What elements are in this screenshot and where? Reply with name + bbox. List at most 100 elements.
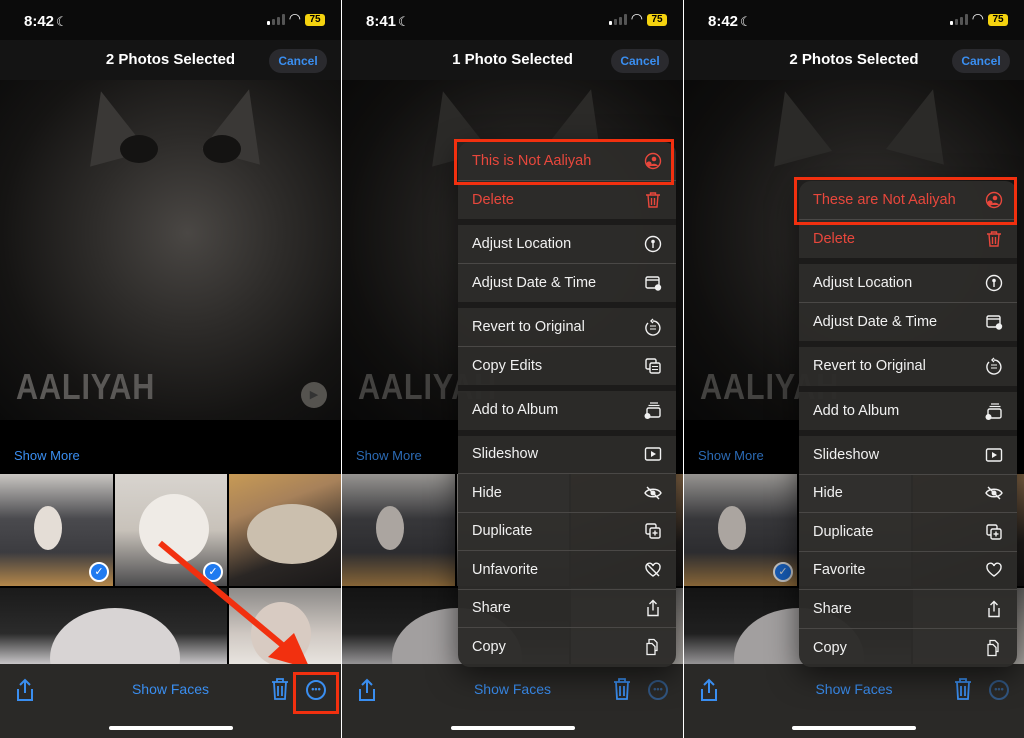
show-more-link[interactable]: Show More: [14, 448, 80, 463]
calendar-clock-icon: [644, 274, 662, 292]
menu-item-label: Copy: [813, 639, 847, 656]
menu-item-slideshow[interactable]: Slideshow: [458, 436, 676, 474]
menu-item-label: Copy: [472, 639, 506, 656]
menu-item-label: Share: [472, 600, 511, 617]
revert-icon: [644, 318, 662, 336]
menu-item-unfavorite[interactable]: Unfavorite: [458, 551, 676, 590]
show-faces-button[interactable]: Show Faces: [342, 681, 683, 697]
cancel-button[interactable]: Cancel: [952, 49, 1010, 73]
menu-item-label: Adjust Date & Time: [472, 274, 597, 291]
menu-item-share[interactable]: Share: [458, 590, 676, 628]
trash-icon: [644, 191, 662, 209]
menu-item-label: Add to Album: [472, 402, 559, 419]
photo-grid: ✓ ✓: [0, 474, 341, 664]
menu-item-add-to-album[interactable]: Add to Album: [799, 392, 1017, 436]
photo-thumbnail[interactable]: [0, 588, 227, 664]
eye-slash-icon: [644, 484, 662, 502]
menu-item-delete[interactable]: Delete: [458, 181, 676, 225]
add-to-album-icon: [985, 402, 1003, 420]
menu-item-label: Hide: [472, 484, 502, 501]
more-options-button[interactable]: •••: [989, 680, 1009, 700]
menu-item-delete[interactable]: Delete: [799, 220, 1017, 264]
menu-item-adjust-date-time[interactable]: Adjust Date & Time: [458, 264, 676, 308]
cancel-button[interactable]: Cancel: [269, 49, 327, 73]
menu-item-copy[interactable]: Copy: [799, 629, 1017, 668]
duplicate-icon: [644, 522, 662, 540]
copy-doc-icon: [985, 639, 1003, 657]
moon-icon: ☾: [398, 14, 410, 29]
wifi-icon: ◠: [288, 10, 301, 26]
person-name: AALIYAH: [16, 366, 156, 407]
menu-item-add-to-album[interactable]: Add to Album: [458, 391, 676, 436]
photo-thumbnail[interactable]: [229, 474, 341, 586]
menu-item-revert-to-original[interactable]: Revert to Original: [458, 308, 676, 347]
menu-item-copy-edits[interactable]: Copy Edits: [458, 347, 676, 391]
menu-item-duplicate[interactable]: Duplicate: [799, 513, 1017, 552]
nav-bar: 2 Photos Selected Cancel: [684, 40, 1024, 80]
location-pin-icon: [985, 274, 1003, 292]
menu-item-revert-to-original[interactable]: Revert to Original: [799, 347, 1017, 392]
menu-item-copy[interactable]: Copy: [458, 628, 676, 667]
menu-item-label: Revert to Original: [813, 358, 926, 375]
status-time: 8:41 ☾: [366, 13, 410, 30]
context-menu: This is Not Aaliyah Delete Adjust Location…: [458, 142, 676, 667]
menu-item-label: Favorite: [813, 562, 866, 579]
bottom-toolbar: Show Faces •••: [342, 664, 683, 738]
status-bar: 8:42 ☾ ◠ 75: [0, 0, 341, 40]
menu-item-label: Slideshow: [472, 446, 539, 463]
trash-icon[interactable]: [954, 678, 972, 700]
person-key-photo[interactable]: AALIYAH ▶: [0, 80, 341, 420]
trash-icon: [985, 230, 1003, 248]
menu-item-label: Delete: [813, 230, 855, 247]
show-faces-button[interactable]: Show Faces: [0, 681, 341, 697]
add-to-album-icon: [644, 401, 662, 420]
duplicate-icon: [985, 523, 1003, 541]
photo-thumbnail[interactable]: [229, 588, 341, 664]
battery-icon: 75: [305, 14, 325, 26]
panel-multi-photo-menu: 8:42 ☾ ◠ 75 2 Photos Selected Cancel AALI…: [684, 0, 1024, 738]
bottom-toolbar: Show Faces •••: [684, 664, 1024, 738]
menu-item-label: Duplicate: [813, 523, 874, 540]
selected-checkmark-icon: ✓: [89, 562, 109, 582]
home-indicator: [450, 726, 575, 730]
home-indicator: [108, 726, 233, 730]
menu-item-slideshow[interactable]: Slideshow: [799, 436, 1017, 475]
photo-thumbnail[interactable]: ✓: [115, 474, 227, 586]
cat-eye-left: [120, 135, 158, 163]
menu-item-label: Copy Edits: [472, 357, 543, 374]
moon-icon: ☾: [56, 14, 68, 29]
battery-icon: 75: [647, 14, 667, 26]
photo-thumbnail[interactable]: ✓: [0, 474, 113, 586]
menu-item-label: Revert to Original: [472, 318, 585, 335]
menu-item-favorite[interactable]: Favorite: [799, 552, 1017, 590]
menu-item-hide[interactable]: Hide: [458, 474, 676, 513]
cellular-signal-icon: [267, 14, 285, 25]
more-options-button[interactable]: •••: [648, 680, 668, 700]
cat-eye-right: [203, 135, 241, 163]
annotation-highlight-box: [293, 672, 339, 714]
moon-icon: ☾: [740, 14, 752, 29]
trash-icon[interactable]: [613, 678, 631, 700]
menu-item-label: Adjust Location: [813, 274, 913, 291]
menu-item-duplicate[interactable]: Duplicate: [458, 513, 676, 551]
menu-item-share[interactable]: Share: [799, 590, 1017, 629]
annotation-highlight-box: [794, 177, 1017, 225]
cellular-signal-icon: [609, 14, 627, 25]
cancel-button[interactable]: Cancel: [611, 49, 669, 73]
menu-item-label: Adjust Location: [472, 235, 572, 252]
play-rectangle-icon: [985, 446, 1003, 464]
menu-item-adjust-location[interactable]: Adjust Location: [799, 264, 1017, 303]
calendar-clock-icon: [985, 313, 1003, 331]
context-menu: These are Not Aaliyah Delete Adjust Locati…: [799, 181, 1017, 667]
play-memory-button[interactable]: ▶: [301, 382, 327, 408]
show-faces-button[interactable]: Show Faces: [684, 681, 1024, 697]
menu-item-label: Adjust Date & Time: [813, 313, 938, 330]
trash-icon[interactable]: [271, 678, 289, 700]
menu-item-label: Slideshow: [813, 446, 880, 463]
wifi-icon: ◠: [971, 10, 984, 26]
cellular-signal-icon: [950, 14, 968, 25]
menu-item-hide[interactable]: Hide: [799, 475, 1017, 513]
menu-item-adjust-location[interactable]: Adjust Location: [458, 225, 676, 264]
menu-item-adjust-date-time[interactable]: Adjust Date & Time: [799, 303, 1017, 347]
battery-icon: 75: [988, 14, 1008, 26]
